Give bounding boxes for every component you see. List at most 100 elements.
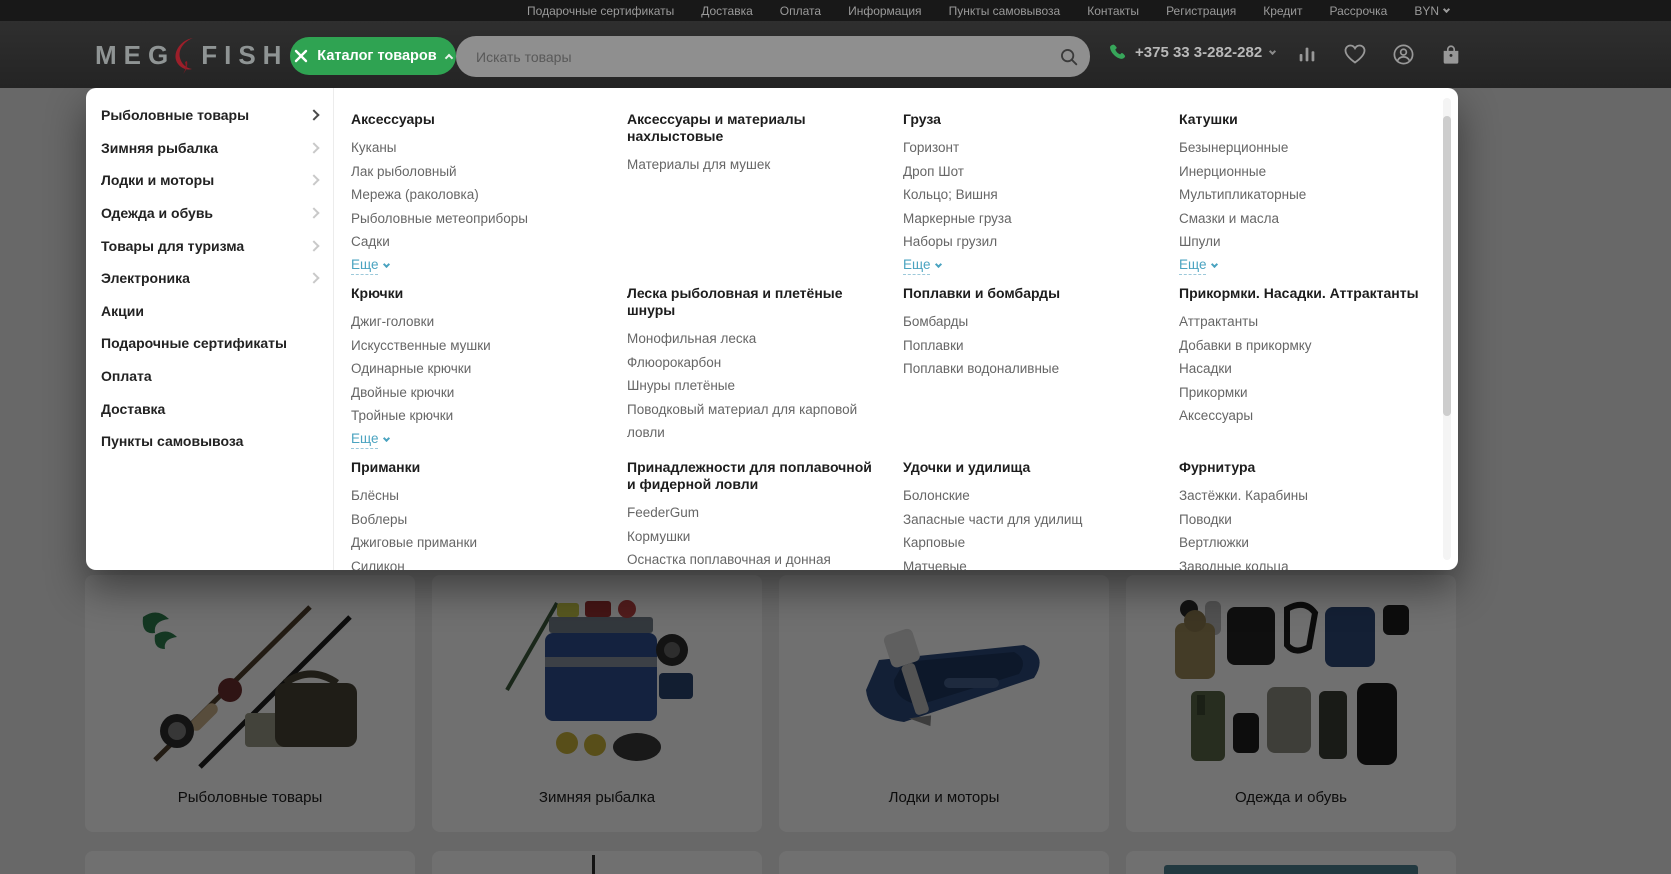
sidebar-item-fishing-goods[interactable]: Рыболовные товары (86, 99, 333, 132)
menu-link[interactable]: Монофильная леска (627, 327, 877, 351)
sidebar-item-gift-certificates[interactable]: Подарочные сертификаты (86, 327, 333, 360)
menu-section-title[interactable]: Поплавки и бомбарды (903, 285, 1151, 302)
phone-block[interactable]: +375 33 3-282-282 (1108, 43, 1275, 62)
show-more-link[interactable]: Еще (903, 256, 941, 275)
menu-link[interactable]: Маркерные груза (903, 207, 1153, 231)
menu-link[interactable]: Куканы (351, 136, 601, 160)
menu-section-title[interactable]: Принадлежности для поплавочной и фидерно… (627, 459, 875, 493)
menu-link[interactable]: Смазки и масла (1179, 207, 1429, 231)
wishlist-button[interactable] (1342, 41, 1368, 67)
menu-link[interactable]: Материалы для мушек (627, 153, 877, 177)
menu-link[interactable]: Вертлюжки (1179, 531, 1429, 555)
menu-section-title[interactable]: Леска рыболовная и плетёные шнуры (627, 285, 875, 319)
menu-link[interactable]: Садки (351, 230, 601, 254)
sidebar-item-clothes-shoes[interactable]: Одежда и обувь (86, 197, 333, 230)
menu-link[interactable]: Добавки в прикормку (1179, 334, 1429, 358)
sidebar-item-label: Подарочные сертификаты (101, 335, 287, 351)
menu-section-lines: Леска рыболовная и плетёные шнуры Монофи… (627, 285, 903, 459)
menu-link[interactable]: Блёсны (351, 484, 601, 508)
menu-link[interactable]: Тройные крючки (351, 404, 601, 428)
menu-link[interactable]: Силикон (351, 555, 601, 570)
menu-link[interactable]: Двойные крючки (351, 381, 601, 405)
menu-link[interactable]: Застёжки. Карабины (1179, 484, 1429, 508)
cart-button[interactable] (1438, 41, 1464, 67)
sidebar-item-pickup-points[interactable]: Пункты самовывоза (86, 425, 333, 458)
topbar-link-payment[interactable]: Оплата (780, 4, 821, 18)
topbar-link-registration[interactable]: Регистрация (1166, 4, 1236, 18)
menu-link[interactable]: Воблеры (351, 508, 601, 532)
menu-link[interactable]: Джиговые приманки (351, 531, 601, 555)
menu-section-title[interactable]: Прикормки. Насадки. Аттрактанты (1179, 285, 1427, 302)
menu-link[interactable]: Шпули (1179, 230, 1429, 254)
show-more-link[interactable]: Еще (351, 430, 389, 449)
menu-link[interactable]: Наборы грузил (903, 230, 1153, 254)
menu-section-title[interactable]: Груза (903, 111, 1151, 128)
menu-link[interactable]: Прикормки (1179, 381, 1429, 405)
menu-link[interactable]: Запасные части для удилищ (903, 508, 1153, 532)
menu-section-title[interactable]: Катушки (1179, 111, 1427, 128)
menu-section-hooks: Крючки Джиг-головки Искусственные мушки … (351, 285, 627, 459)
topbar-link-delivery[interactable]: Доставка (701, 4, 753, 18)
menu-link[interactable]: Дроп Шот (903, 160, 1153, 184)
compare-button[interactable] (1294, 41, 1320, 67)
sidebar-item-electronics[interactable]: Электроника (86, 262, 333, 295)
menu-link[interactable]: Аттрактанты (1179, 310, 1429, 334)
show-more-link[interactable]: Еще (1179, 256, 1217, 275)
menu-link[interactable]: Аксессуары (1179, 404, 1429, 428)
menu-link[interactable]: Инерционные (1179, 160, 1429, 184)
menu-link[interactable]: Горизонт (903, 136, 1153, 160)
menu-link[interactable]: Безынерционные (1179, 136, 1429, 160)
menu-link[interactable]: Мережа (раколовка) (351, 183, 601, 207)
topbar-link-contacts[interactable]: Контакты (1087, 4, 1139, 18)
sidebar-item-tourism[interactable]: Товары для туризма (86, 229, 333, 262)
menu-section-title[interactable]: Крючки (351, 285, 599, 302)
menu-link[interactable]: Матчевые (903, 555, 1153, 570)
menu-link[interactable]: Поводки (1179, 508, 1429, 532)
menu-link[interactable]: Одинарные крючки (351, 357, 601, 381)
menu-link[interactable]: Оснастка поплавочная и донная (627, 548, 877, 570)
menu-link[interactable]: Болонские (903, 484, 1153, 508)
topbar-link-info[interactable]: Информация (848, 4, 921, 18)
show-more-link[interactable]: Еще (351, 256, 389, 275)
topbar-link-pickup-points[interactable]: Пункты самовывоза (949, 4, 1061, 18)
menu-section-title[interactable]: Фурнитура (1179, 459, 1427, 476)
menu-link[interactable]: Поплавки водоналивные (903, 357, 1153, 381)
menu-link[interactable]: Заводные кольца (1179, 555, 1429, 570)
search-input[interactable] (456, 36, 1090, 77)
menu-link[interactable]: Поплавки (903, 334, 1153, 358)
menu-link[interactable]: FeederGum (627, 501, 877, 525)
menu-link[interactable]: Шнуры плетёные (627, 374, 877, 398)
menu-section-title[interactable]: Приманки (351, 459, 599, 476)
sidebar-item-boats-motors[interactable]: Лодки и моторы (86, 164, 333, 197)
sidebar-item-delivery[interactable]: Доставка (86, 392, 333, 425)
menu-link[interactable]: Кольцо; Вишня (903, 183, 1153, 207)
topbar-link-credit[interactable]: Кредит (1263, 4, 1302, 18)
menu-link[interactable]: Искусственные мушки (351, 334, 601, 358)
menu-link[interactable]: Джиг-головки (351, 310, 601, 334)
topbar-link-installments[interactable]: Рассрочка (1330, 4, 1388, 18)
menu-scrollbar-thumb[interactable] (1443, 116, 1451, 416)
currency-selector[interactable]: BYN (1414, 4, 1449, 18)
menu-link[interactable]: Кормушки (627, 525, 877, 549)
chevron-right-icon (308, 207, 319, 218)
menu-link[interactable]: Мультипликаторные (1179, 183, 1429, 207)
menu-link[interactable]: Лак рыболовный (351, 160, 601, 184)
account-button[interactable] (1390, 41, 1416, 67)
menu-link[interactable]: Поводковый материал для карповой ловли (627, 398, 877, 445)
menu-link[interactable]: Насадки (1179, 357, 1429, 381)
menu-link[interactable]: Бомбарды (903, 310, 1153, 334)
sidebar-item-payment[interactable]: Оплата (86, 360, 333, 393)
menu-link[interactable]: Рыболовные метеоприборы (351, 207, 601, 231)
menu-link[interactable]: Флюорокарбон (627, 351, 877, 375)
menu-section-title[interactable]: Аксессуары и материалы нахлыстовые (627, 111, 875, 145)
catalog-button[interactable]: Каталог товаров (290, 37, 456, 75)
sidebar-item-promotions[interactable]: Акции (86, 295, 333, 328)
menu-section-baits-additives: Прикормки. Насадки. Аттрактанты Аттракта… (1179, 285, 1455, 459)
menu-section-title[interactable]: Удочки и удилища (903, 459, 1151, 476)
menu-link[interactable]: Карповые (903, 531, 1153, 555)
logo[interactable]: MEG FISH (95, 35, 288, 75)
search-button[interactable] (1051, 39, 1086, 74)
sidebar-item-winter-fishing[interactable]: Зимняя рыбалка (86, 132, 333, 165)
menu-section-title[interactable]: Аксессуары (351, 111, 599, 128)
topbar-link-gift-certificates[interactable]: Подарочные сертификаты (527, 4, 674, 18)
